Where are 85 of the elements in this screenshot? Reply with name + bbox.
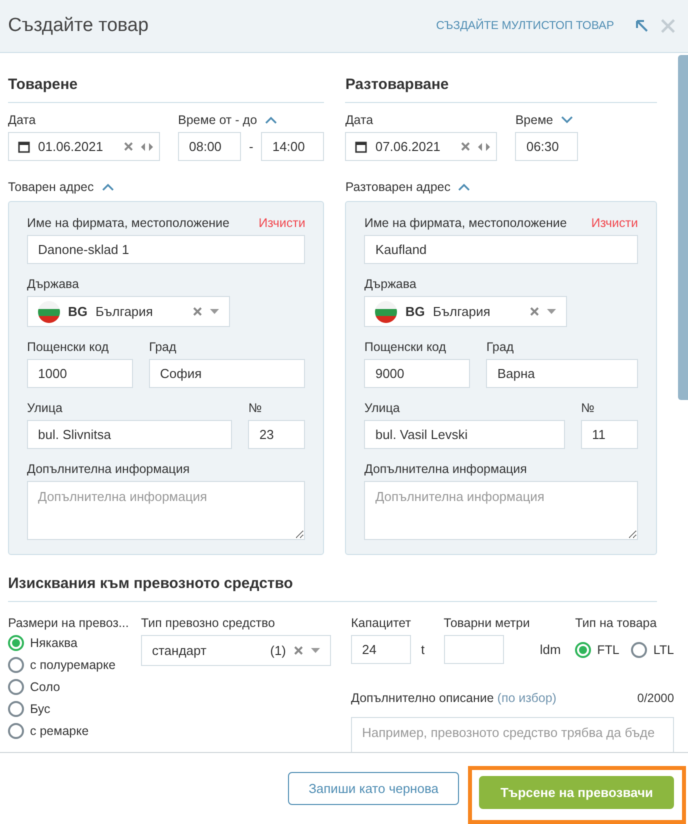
field-label: Име на фирмата, местоположение (364, 216, 567, 230)
city-field[interactable]: Варна (486, 359, 638, 388)
field-label: Пощенски код (27, 340, 110, 354)
size-radio[interactable]: Соло (8, 679, 133, 695)
clear-icon[interactable] (294, 646, 303, 655)
country-select[interactable]: BG България (27, 296, 230, 327)
field-label: № (248, 401, 263, 415)
section-heading: Товарене (8, 71, 324, 103)
size-radio[interactable]: с полуремарке (8, 657, 133, 673)
vehicle-type-select[interactable]: стандарт (1) (141, 635, 331, 666)
field-label: Товарен адрес (8, 180, 94, 194)
caret-icon[interactable] (547, 309, 556, 314)
scrollbar-thumb[interactable] (678, 55, 688, 400)
arrow-up-left-icon[interactable] (634, 18, 650, 34)
field-label: Град (149, 340, 178, 354)
caret-icon[interactable] (210, 309, 219, 314)
field-label: Дата (345, 113, 374, 127)
capacity-field[interactable]: 24 (351, 635, 411, 664)
info-field[interactable]: Допълнителна информация (364, 481, 638, 540)
field-label: Улица (27, 401, 64, 415)
field-label: Време (515, 112, 554, 126)
size-radio[interactable]: Някаква (8, 635, 133, 651)
clear-icon[interactable] (461, 142, 470, 151)
field-label: Допълнителна информация (27, 462, 191, 476)
stepper-arrows-icon[interactable] (141, 142, 153, 150)
date-field[interactable]: 01.06.2021 (8, 132, 160, 161)
size-radio[interactable]: с ремарке (8, 723, 133, 739)
field-label: Дата (8, 113, 37, 127)
info-field[interactable]: Допълнителна информация (27, 481, 306, 540)
stepper-arrows-icon[interactable] (478, 142, 490, 150)
loading-meters-field[interactable] (444, 635, 504, 664)
clear-icon[interactable] (193, 307, 202, 316)
cargo-type-radio[interactable]: FTL (575, 642, 620, 658)
company-field[interactable]: Kaufland (364, 235, 638, 264)
caret-icon[interactable] (311, 648, 320, 653)
field-label: Размери на превоз... (8, 616, 130, 630)
field-label: № (581, 401, 596, 415)
field-label: Тип превозно средство (141, 616, 276, 630)
field-label: Име на фирмата, местоположение (27, 216, 230, 230)
save-draft-button[interactable]: Запиши като чернова (288, 772, 460, 805)
date-field[interactable]: 07.06.2021 (345, 132, 498, 161)
flag-icon (375, 300, 398, 322)
country-select[interactable]: BG България (364, 296, 568, 327)
unit-label: ldm (540, 642, 562, 656)
field-label: Допълнителна информация (364, 462, 528, 476)
calendar-icon (355, 140, 368, 152)
street-field[interactable]: bul. Vasil Levski (364, 420, 565, 449)
time-field[interactable]: 14:00 (261, 132, 324, 161)
time-field[interactable]: 08:00 (178, 132, 241, 161)
section-heading: Разтоварване (345, 71, 657, 103)
range-separator: - (249, 139, 254, 154)
chevron-down-icon[interactable] (561, 116, 574, 124)
character-counter: 0/2000 (637, 691, 674, 705)
chevron-up-icon[interactable] (458, 182, 470, 190)
company-field[interactable]: Danone-sklad 1 (27, 235, 306, 264)
field-label: Държава (27, 277, 80, 291)
section-heading: Изисквания към превозното средство (8, 570, 657, 602)
field-label: Време от - до (178, 112, 258, 126)
dialog-title: Създайте товар (8, 15, 150, 37)
postal-code-field[interactable]: 1000 (27, 359, 133, 388)
time-field[interactable]: 06:30 (515, 132, 578, 161)
postal-code-field[interactable]: 9000 (364, 359, 470, 388)
street-field[interactable]: bul. Slivnitsa (27, 420, 232, 449)
field-label: Допълнително описание (по избор) (351, 691, 556, 705)
city-field[interactable]: София (149, 359, 306, 388)
field-label: Град (486, 340, 515, 354)
field-label: Държава (364, 277, 418, 291)
clear-icon[interactable] (124, 142, 133, 151)
field-label: Капацитет (351, 616, 411, 630)
cargo-type-radio[interactable]: LTL (631, 642, 674, 658)
flag-icon (38, 300, 60, 322)
unit-label: t (421, 642, 426, 656)
size-radio[interactable]: Бус (8, 701, 133, 717)
chevron-up-icon[interactable] (265, 116, 278, 124)
field-label: Улица (364, 401, 401, 415)
number-field[interactable]: 23 (248, 420, 306, 449)
number-field[interactable]: 11 (581, 420, 638, 449)
calendar-icon (18, 140, 30, 152)
field-label: Тип на товара (575, 616, 658, 630)
field-label: Разтоварен адрес (345, 180, 450, 194)
field-label: Товарни метри (444, 616, 530, 630)
chevron-up-icon[interactable] (102, 182, 114, 190)
description-field[interactable]: Например, превозното средство трябва да бъде (351, 717, 674, 752)
clear-icon[interactable] (530, 307, 540, 316)
field-label: Пощенски код (364, 340, 448, 354)
